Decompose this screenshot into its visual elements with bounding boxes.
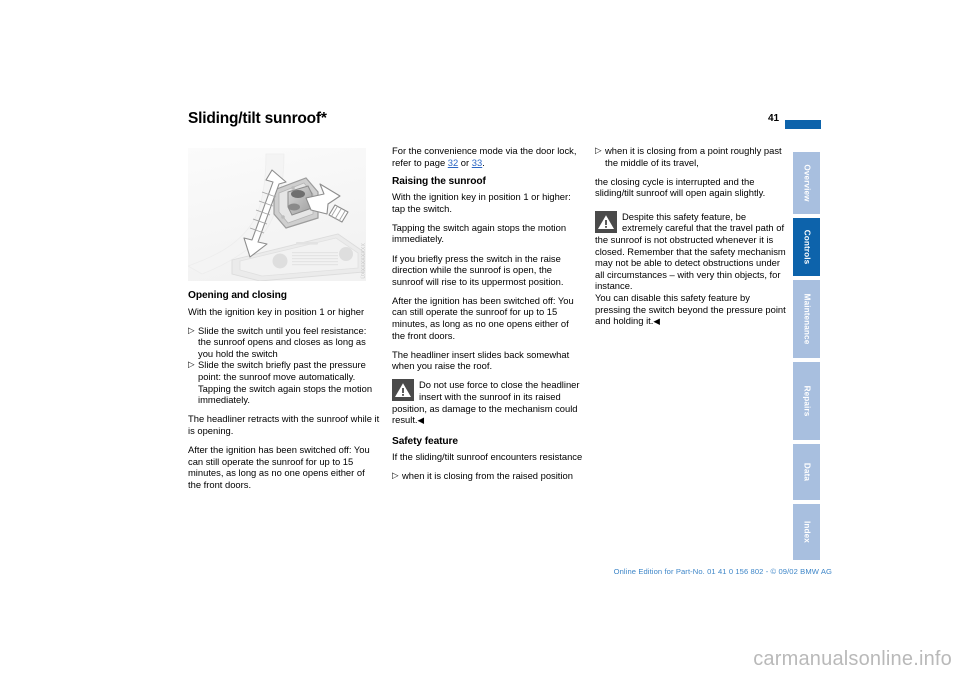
tab-label: Maintenance bbox=[802, 293, 811, 345]
column-middle: For the convenience mode via the door lo… bbox=[392, 145, 584, 481]
convenience-mid: or bbox=[458, 156, 472, 168]
sidebar-item-data[interactable]: Data bbox=[793, 444, 820, 500]
list-item: ▷ Slide the switch briefly past the pres… bbox=[188, 359, 380, 405]
sunroof-switch-illustration: ÜXXXXXXXXX bbox=[188, 148, 366, 281]
bullet-marker-icon: ▷ bbox=[188, 324, 195, 335]
para-headliner-retracts: The headliner retracts with the sunroof … bbox=[188, 413, 380, 436]
page-number-bar bbox=[785, 120, 821, 129]
sunroof-switch-graphic bbox=[188, 148, 366, 281]
sidebar-item-overview[interactable]: Overview bbox=[793, 152, 820, 214]
list-item: ▷ when it is closing from a point roughl… bbox=[595, 145, 787, 168]
warning-triangle-icon bbox=[392, 379, 414, 402]
bullet-marker-icon: ▷ bbox=[595, 145, 602, 155]
page-link-33[interactable]: 33 bbox=[472, 157, 482, 168]
list-item-label: when it is closing from the raised posit… bbox=[402, 469, 573, 481]
convenience-post: . bbox=[482, 156, 485, 168]
sidebar-item-index[interactable]: Index bbox=[793, 504, 820, 560]
page-link-32[interactable]: 32 bbox=[448, 157, 458, 168]
page-number: 41 bbox=[768, 113, 780, 124]
tab-label: Controls bbox=[802, 229, 811, 265]
tab-label: Data bbox=[802, 462, 811, 482]
tab-label: Overview bbox=[802, 164, 811, 202]
sidebar-item-controls[interactable]: Controls bbox=[793, 218, 820, 276]
para-closing-cycle: the closing cycle is interrupted and the… bbox=[595, 175, 766, 199]
tab-label: Repairs bbox=[802, 385, 811, 417]
footer-edition-note: Online Edition for Part-No. 01 41 0 156 … bbox=[613, 567, 832, 576]
para-mid-tap: Tapping the switch again stops the motio… bbox=[392, 221, 567, 245]
end-marker-icon: ◀ bbox=[417, 415, 425, 426]
warning-note-text-continued: You can disable this safety feature by p… bbox=[595, 292, 786, 327]
warning-triangle-icon bbox=[595, 210, 617, 233]
left-bullet-list: ▷ Slide the switch until you feel resist… bbox=[188, 325, 380, 406]
para-left-ignition-off: After the ignition has been switched off… bbox=[188, 443, 370, 490]
sidebar-item-maintenance[interactable]: Maintenance bbox=[793, 280, 820, 358]
column-right: ▷ when it is closing from a point roughl… bbox=[595, 145, 787, 335]
end-marker-icon: ◀ bbox=[653, 316, 660, 327]
para-convenience-mode: For the convenience mode via the door lo… bbox=[392, 145, 584, 168]
bullet-marker-icon: ▷ bbox=[392, 469, 399, 480]
list-item-label: Slide the switch briefly past the pressu… bbox=[198, 359, 366, 382]
para-safety-intro: If the sliding/tilt sunroof encounters r… bbox=[392, 451, 583, 463]
para-left-intro: With the ignition key in position 1 or h… bbox=[188, 305, 365, 317]
para-mid-key: With the ignition key in position 1 or h… bbox=[392, 191, 571, 214]
column-left: Opening and closing With the ignition ke… bbox=[188, 290, 380, 498]
list-item-sublabel: Tapping the switch again stops the motio… bbox=[198, 382, 373, 406]
heading-opening-and-closing: Opening and closing bbox=[188, 290, 287, 301]
list-item: ▷ when it is closing from the raised pos… bbox=[392, 470, 584, 482]
manual-page: Sliding/tilt sunroof* 41 ÜXXXXXXXXX Open… bbox=[0, 0, 960, 678]
warning-note-safety: Despite this safety feature, be extremel… bbox=[595, 210, 787, 328]
sidebar-item-repairs[interactable]: Repairs bbox=[793, 362, 820, 440]
heading-safety-feature: Safety feature bbox=[392, 435, 458, 447]
para-mid-ignition-off: After the ignition has been switched off… bbox=[392, 294, 574, 341]
section-tab-rail: Overview Controls Maintenance Repairs Da… bbox=[793, 152, 820, 560]
warning-note-text: Despite this safety feature, be extremel… bbox=[595, 210, 786, 292]
figure-caption-id: ÜXXXXXXXXX bbox=[361, 243, 366, 279]
heading-raising-the-sunroof: Raising the sunroof bbox=[392, 175, 486, 187]
tab-label: Index bbox=[802, 521, 811, 543]
para-mid-headliner-insert: The headliner insert slides back somewha… bbox=[392, 348, 570, 372]
page-title: Sliding/tilt sunroof* bbox=[188, 110, 327, 127]
list-item-label: when it is closing from a point roughly … bbox=[605, 145, 782, 168]
para-mid-brief-press: If you briefly press the switch in the r… bbox=[392, 252, 564, 287]
watermark: carmanualsonline.info bbox=[753, 648, 952, 670]
warning-note-headliner: Do not use force to close the headliner … bbox=[392, 379, 584, 426]
bullet-marker-icon: ▷ bbox=[188, 359, 195, 370]
list-item-label: Slide the switch until you feel resistan… bbox=[198, 324, 367, 359]
list-item: ▷ Slide the switch until you feel resist… bbox=[188, 325, 380, 360]
